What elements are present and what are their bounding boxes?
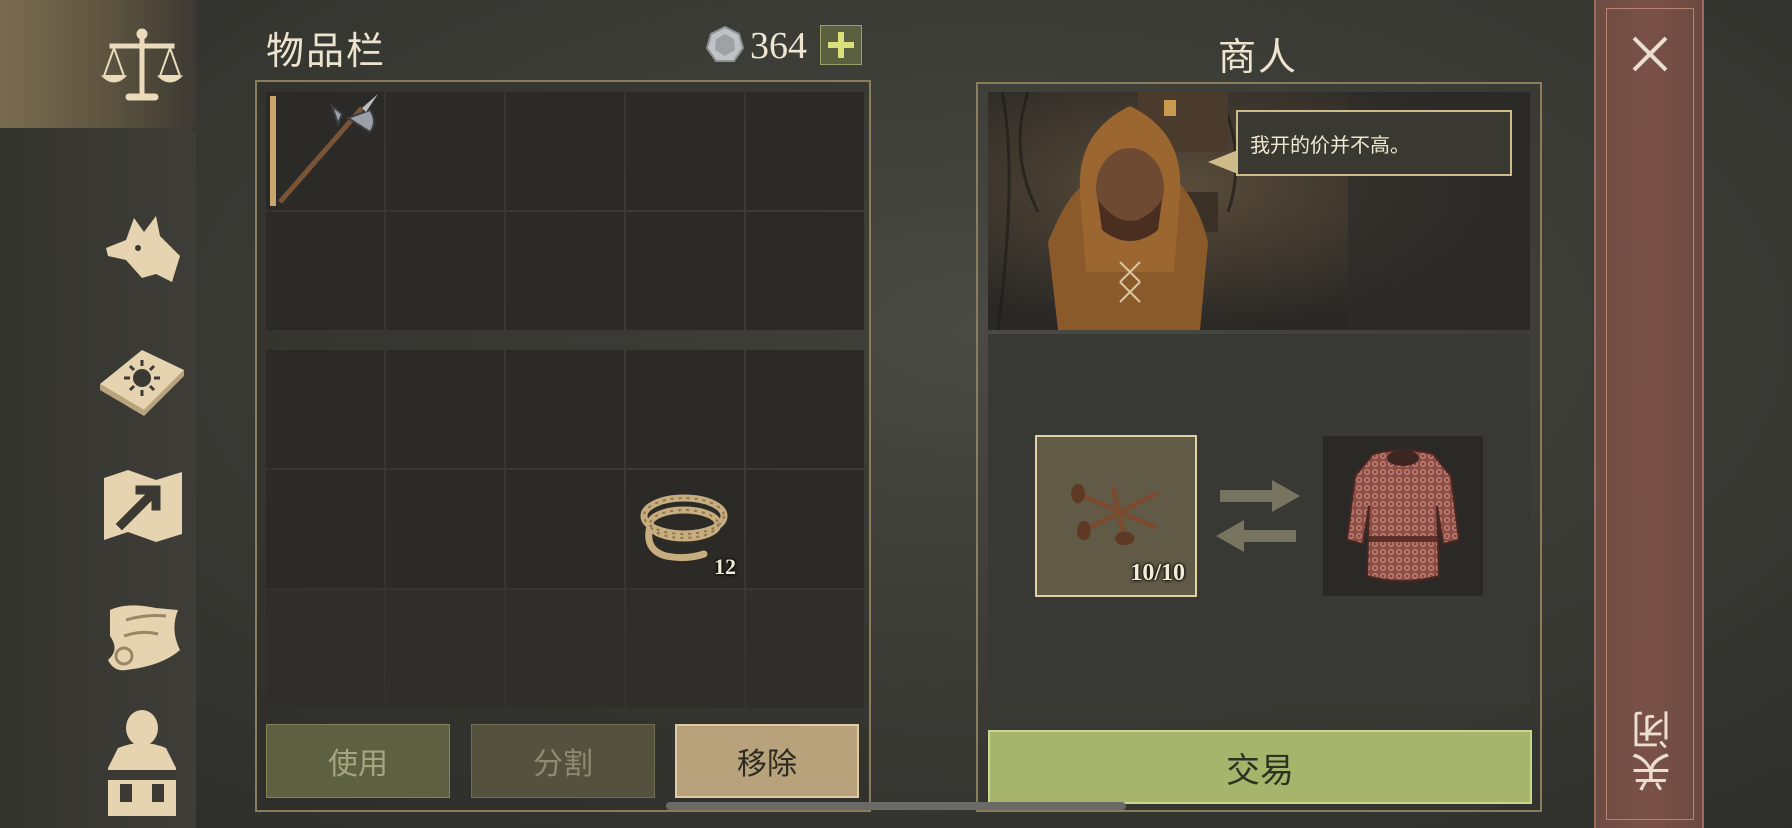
inventory-slot[interactable] [386,350,504,468]
receive-item-slot[interactable] [1323,436,1483,596]
map-icon [104,470,182,542]
equipment-grid [266,92,864,330]
nav-quests-tab[interactable] [96,590,188,682]
speech-bubble-tail [1208,150,1238,174]
silver-coin-icon [706,26,744,62]
stack-count: 12 [714,554,736,579]
inventory-slot[interactable] [506,590,624,708]
plus-icon [828,32,854,58]
backpack-grid: 12 [266,350,864,708]
halberd-icon [278,94,378,204]
scales-icon [100,28,184,101]
nav-trade-tab[interactable] [96,20,188,112]
inventory-slot[interactable] [386,92,504,210]
inventory-slot[interactable] [626,590,744,708]
inventory-slot[interactable] [626,92,744,210]
nav-character-tab[interactable] [96,708,188,820]
inventory-slot[interactable] [746,212,864,330]
inventory-slot[interactable] [506,350,624,468]
trade-button[interactable]: 交易 [988,730,1532,804]
close-panel[interactable] [1594,0,1704,828]
nav-map-tab[interactable] [96,460,188,552]
scroll-quill-icon [108,605,180,671]
inventory-slot[interactable] [746,92,864,210]
split-button[interactable]: 分割 [471,724,655,798]
chainmail-shirt-icon [1345,449,1461,582]
wolf-icon [106,216,180,282]
inventory-slot[interactable] [506,212,624,330]
nav-skills-tab[interactable] [96,330,188,422]
inventory-slot-rope[interactable]: 12 [626,470,744,588]
offer-item-slot[interactable]: 10/10 [1035,435,1197,597]
inventory-slot[interactable] [746,350,864,468]
inventory-slot[interactable] [266,350,384,468]
side-nav [0,0,196,828]
inventory-title: 物品栏 [266,29,387,73]
close-panel-border [1606,8,1694,820]
inventory-slot[interactable] [746,590,864,708]
add-currency-button[interactable] [820,25,862,65]
inventory-slot[interactable] [266,470,384,588]
inventory-slot[interactable] [506,92,624,210]
currency-amount: 364 [750,25,807,67]
exchange-arrows-icon [1216,480,1300,552]
home-indicator [666,802,1126,810]
inventory-slot[interactable] [266,590,384,708]
inventory-slot-halberd[interactable] [266,92,384,210]
use-button[interactable]: 使用 [266,724,450,798]
inventory-slot[interactable] [626,350,744,468]
nav-bestiary-tab[interactable] [96,204,188,296]
remove-button[interactable]: 移除 [675,724,859,798]
inventory-slot[interactable] [386,470,504,588]
close-icon[interactable] [1630,34,1670,74]
merchant-speech-bubble: 我开的价并不高。 [1236,110,1512,176]
close-label[interactable]: 关闭 [1626,708,1684,792]
sun-book-icon [100,350,184,416]
inventory-slot[interactable] [386,590,504,708]
inventory-slot[interactable] [266,212,384,330]
currency-display: 364 [706,24,866,67]
merchant-title: 商人 [1218,35,1299,79]
character-icon [106,710,178,816]
inventory-slot[interactable] [506,470,624,588]
inventory-slot[interactable] [386,212,504,330]
inventory-slot[interactable] [746,470,864,588]
offer-count: 10/10 [1130,560,1185,586]
inventory-slot[interactable] [626,212,744,330]
